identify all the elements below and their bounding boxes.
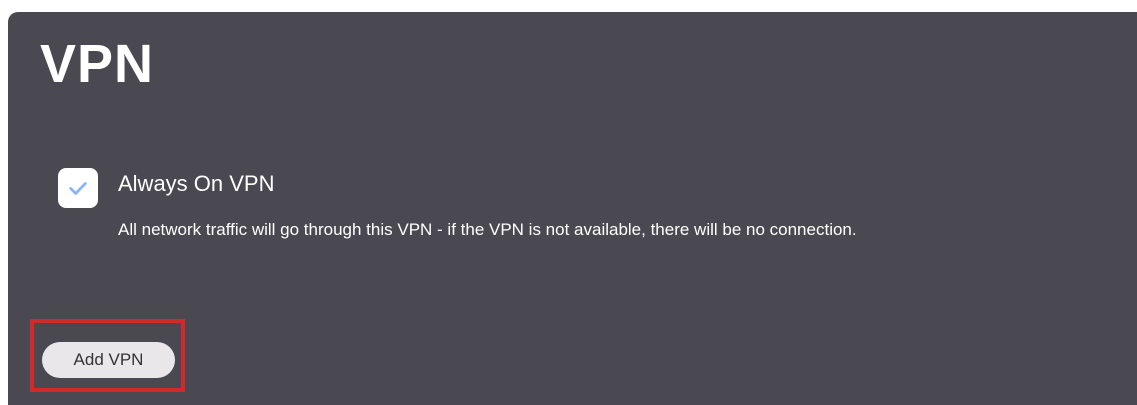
page-title: VPN [40,34,155,94]
check-icon [69,182,87,195]
add-vpn-button[interactable]: Add VPN [42,342,175,378]
always-on-vpn-label: Always On VPN [118,171,275,196]
always-on-vpn-checkbox[interactable] [58,168,98,208]
always-on-vpn-description: All network traffic will go through this… [118,220,857,239]
vpn-settings-panel: VPN Always On VPN All network traffic wi… [8,12,1137,405]
